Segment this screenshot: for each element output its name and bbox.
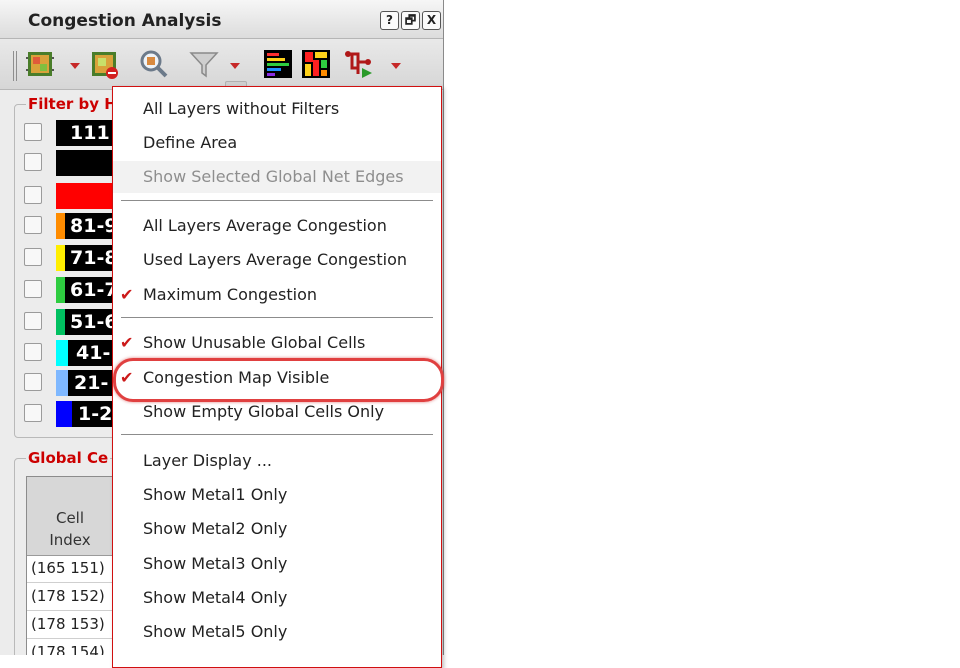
filter-range-label: 41- [76,342,111,364]
menu-item-show-metal3-only[interactable]: Show Metal3 Only [113,549,441,579]
layer-map-icon[interactable] [300,48,332,80]
chevron-down-icon[interactable] [230,63,240,69]
highlight-ring [113,358,444,402]
table-row[interactable]: (165 151) [27,555,117,583]
menu-separator [121,434,433,435]
menu-item-show-metal4-only[interactable]: Show Metal4 Only [113,583,441,613]
menu-item-layer-display[interactable]: Layer Display ... [113,446,441,476]
net-route-icon[interactable] [344,48,376,80]
filter-range-label: 61-7 [70,279,118,301]
panel-titlebar: Congestion Analysis ? 🗗 X [0,0,443,39]
menu-item-show-metal2-only[interactable]: Show Metal2 Only [113,514,441,544]
toolbar [0,39,443,127]
close-button[interactable]: X [422,11,441,30]
menu-item-all-layers-without-filters[interactable]: All Layers without Filters [113,94,441,124]
filter-checkbox[interactable] [24,123,42,141]
filter-range-label: 1-2 [78,403,113,425]
menu-item-used-layers-average-congestion[interactable]: Used Layers Average Congestion [113,245,441,275]
menu-item-show-metal1-only[interactable]: Show Metal1 Only [113,480,441,510]
global-cells-group-title: Global Ce [26,449,111,467]
menu-item-show-selected-global-net-edges: Show Selected Global Net Edges [113,161,441,193]
filter-group-title: Filter by H [26,95,119,113]
filter-checkbox[interactable] [24,343,42,361]
filter-range-label: 81-9 [70,215,118,237]
congestion-map-icon[interactable] [24,48,56,80]
panel-title: Congestion Analysis [28,11,222,31]
table-row[interactable]: (178 153) [27,611,117,639]
menu-item-maximum-congestion[interactable]: ✔ Maximum Congestion [113,280,441,310]
menu-item-show-unusable-global-cells[interactable]: ✔ Show Unusable Global Cells [113,328,441,358]
checkmark-icon: ✔ [120,333,134,352]
menu-item-show-metal5-only[interactable]: Show Metal5 Only [113,617,441,647]
column-header-cell-index: Cell Index [49,509,91,549]
zoom-icon[interactable] [138,48,170,80]
filter-range-label: 51-6 [70,311,118,333]
menu-item-define-area[interactable]: Define Area [113,128,441,158]
checkmark-icon: ✔ [120,285,134,304]
help-button[interactable]: ? [380,11,399,30]
menu-separator [121,317,433,318]
chevron-down-icon[interactable] [391,63,401,69]
filter-checkbox[interactable] [24,404,42,422]
toolbar-grip[interactable] [13,51,19,81]
filter-checkbox[interactable] [24,248,42,266]
table-header[interactable]: Cell Index [27,477,117,556]
table-row[interactable]: (178 154) [27,639,117,655]
float-button[interactable]: 🗗 [401,11,420,30]
filter-checkbox[interactable] [24,373,42,391]
filter-checkbox[interactable] [24,312,42,330]
filter-range-label: 21- [74,372,109,394]
menu-separator [121,200,433,201]
global-cells-table: Cell Index (165 151) (178 152) (178 153)… [26,476,118,655]
filter-checkbox[interactable] [24,216,42,234]
menu-item-all-layers-average-congestion[interactable]: All Layers Average Congestion [113,211,441,241]
filter-checkbox[interactable] [24,186,42,204]
table-row[interactable]: (178 152) [27,583,117,611]
filter-icon[interactable] [188,48,220,80]
window-buttons: ? 🗗 X [380,11,441,30]
chevron-down-icon[interactable] [70,63,80,69]
histogram-icon[interactable] [262,48,294,80]
congestion-map-remove-icon[interactable] [88,48,120,80]
filter-range-label: 111 [70,122,110,144]
filter-checkbox[interactable] [24,153,42,171]
filter-range-label: 71-8 [70,247,118,269]
filter-checkbox[interactable] [24,280,42,298]
